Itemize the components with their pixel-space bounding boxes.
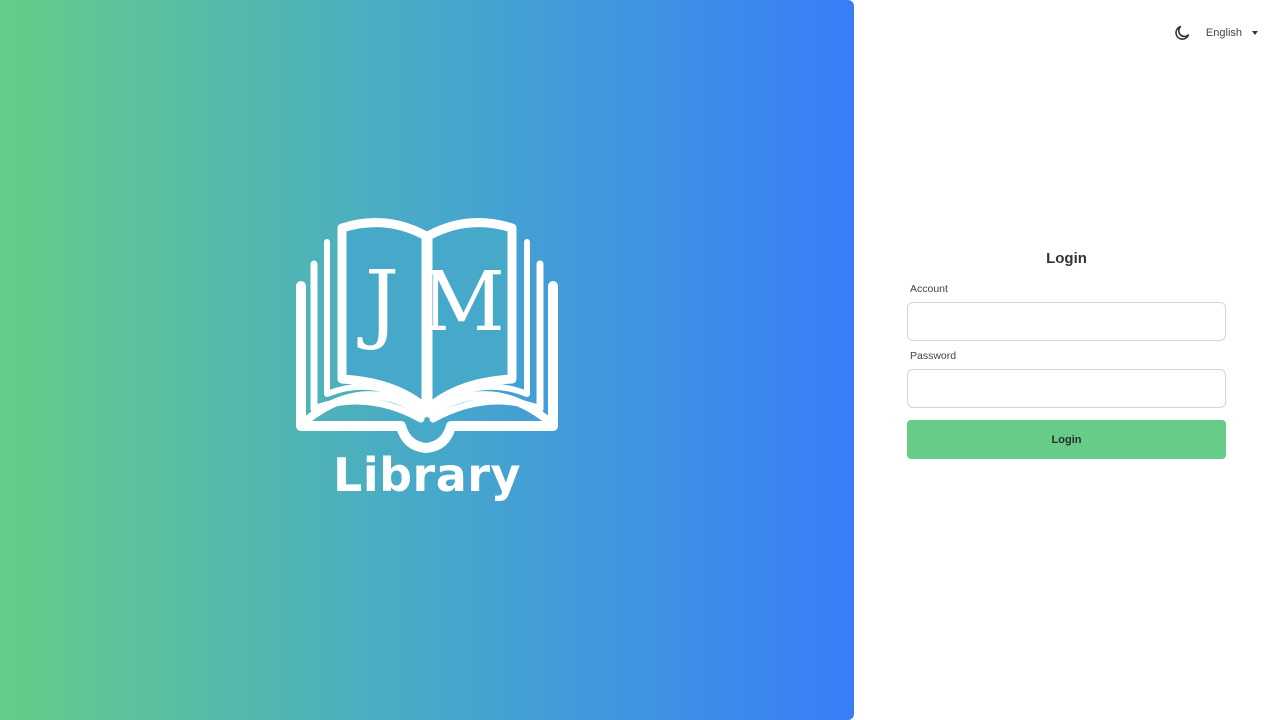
language-select[interactable]: English: [1206, 27, 1258, 39]
top-toolbar: English: [1172, 22, 1258, 44]
login-button[interactable]: Login: [907, 420, 1226, 459]
login-form: Login Account Password Login: [907, 248, 1226, 459]
login-page: J M Library English Login Account Passwo…: [0, 0, 1280, 720]
brand-panel: J M Library: [0, 0, 854, 720]
book-logo-icon: J M: [296, 218, 558, 453]
theme-toggle-button[interactable]: [1172, 23, 1192, 43]
caret-down-icon: [1252, 31, 1258, 35]
account-label: Account: [910, 283, 948, 295]
language-label: English: [1205, 27, 1242, 39]
password-label: Password: [910, 350, 957, 362]
moon-icon: [1175, 25, 1190, 40]
monogram-m: M: [421, 255, 505, 350]
brand-name: Library: [333, 448, 521, 502]
login-title: Login: [1046, 250, 1087, 267]
account-input[interactable]: [907, 302, 1226, 341]
password-input[interactable]: [907, 369, 1226, 408]
